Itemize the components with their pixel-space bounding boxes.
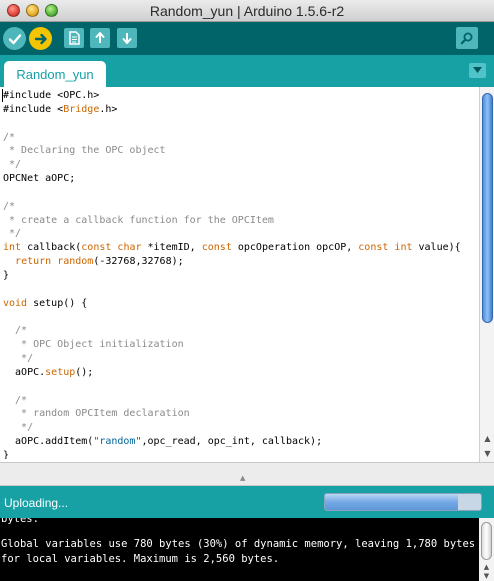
code-line[interactable]: */ xyxy=(3,227,475,241)
code-line[interactable]: /* xyxy=(3,200,475,214)
console-scrollbar[interactable]: ▲ ▼ xyxy=(479,518,494,581)
code-line[interactable]: } xyxy=(3,449,475,459)
divider-grip-icon[interactable]: ▲ xyxy=(240,474,245,482)
text-cursor xyxy=(2,89,3,102)
code-line[interactable] xyxy=(3,380,475,394)
code-line[interactable]: * OPC Object initialization xyxy=(3,338,475,352)
scroll-down-arrow-icon[interactable]: ▼ xyxy=(480,447,494,460)
tab-bar: Random_yun xyxy=(0,55,494,87)
console-partial-line: bytes. xyxy=(1,518,39,525)
tab-menu-button[interactable] xyxy=(469,63,486,78)
checkmark-icon xyxy=(8,33,21,44)
scroll-up-arrow-icon[interactable]: ▲ xyxy=(480,432,494,445)
arrow-down-icon xyxy=(122,33,132,44)
code-line[interactable] xyxy=(3,283,475,297)
code-line[interactable]: * random OPCItem declaration xyxy=(3,407,475,421)
document-icon xyxy=(69,31,80,45)
console-line: for local variables. Maximum is 2,560 by… xyxy=(1,553,280,565)
code-line[interactable]: */ xyxy=(3,158,475,172)
code-line[interactable]: */ xyxy=(3,352,475,366)
code-line[interactable] xyxy=(3,186,475,200)
title-bar: Random_yun | Arduino 1.5.6-r2 xyxy=(0,0,494,22)
code-text[interactable]: #include <OPC.h> #include <Bridge.h> /* *… xyxy=(3,89,475,459)
code-line[interactable]: return random(-32768,32768); xyxy=(3,255,475,269)
editor-scroll-thumb[interactable] xyxy=(482,93,493,323)
code-line[interactable]: OPCNet aOPC; xyxy=(3,172,475,186)
console-scroll-thumb[interactable] xyxy=(481,522,492,560)
code-line[interactable]: #include <Bridge.h> xyxy=(3,103,475,117)
upload-progress-bar xyxy=(324,493,482,511)
console-line: Global variables use 780 bytes (30%) of … xyxy=(1,538,476,550)
code-line[interactable]: * Declaring the OPC object xyxy=(3,144,475,158)
arrow-up-icon xyxy=(95,32,105,43)
code-line[interactable] xyxy=(3,117,475,131)
triangle-down-icon xyxy=(473,67,482,73)
code-line[interactable]: void setup() { xyxy=(3,297,475,311)
status-message: Uploading... xyxy=(4,496,69,510)
code-line[interactable]: #include <OPC.h> xyxy=(3,89,475,103)
window-title: Random_yun | Arduino 1.5.6-r2 xyxy=(149,3,345,19)
toolbar xyxy=(0,22,494,55)
serial-monitor-button[interactable] xyxy=(456,27,478,49)
verify-button[interactable] xyxy=(3,27,26,50)
code-line[interactable]: /* xyxy=(3,131,475,145)
editor-scrollbar[interactable]: ▲ ▼ xyxy=(479,87,494,462)
tab-random-yun[interactable]: Random_yun xyxy=(4,61,106,87)
code-line[interactable]: aOPC.setup(); xyxy=(3,366,475,380)
save-button[interactable] xyxy=(117,28,137,48)
open-button[interactable] xyxy=(90,28,110,48)
arrow-right-icon xyxy=(34,33,47,44)
status-bar: Uploading... xyxy=(0,486,494,518)
split-pane-divider[interactable]: ▲ xyxy=(0,462,494,486)
new-button[interactable] xyxy=(64,28,84,48)
code-line[interactable]: aOPC.addItem("random",opc_read, opc_int,… xyxy=(3,435,475,449)
console-scroll-down-icon[interactable]: ▼ xyxy=(479,571,494,581)
code-editor[interactable]: #include <OPC.h> #include <Bridge.h> /* *… xyxy=(0,87,494,462)
code-line[interactable] xyxy=(3,311,475,325)
code-line[interactable]: /* xyxy=(3,394,475,408)
code-line[interactable]: * create a callback function for the OPC… xyxy=(3,214,475,228)
code-line[interactable]: */ xyxy=(3,421,475,435)
magnifier-icon xyxy=(460,32,473,45)
code-line[interactable]: int callback(const char *itemID, const o… xyxy=(3,241,475,255)
upload-button[interactable] xyxy=(29,27,52,50)
code-line[interactable]: } xyxy=(3,269,475,283)
upload-progress-fill xyxy=(325,494,458,510)
console-output[interactable]: bytes. Global variables use 780 bytes (3… xyxy=(0,518,494,581)
code-line[interactable]: /* xyxy=(3,324,475,338)
